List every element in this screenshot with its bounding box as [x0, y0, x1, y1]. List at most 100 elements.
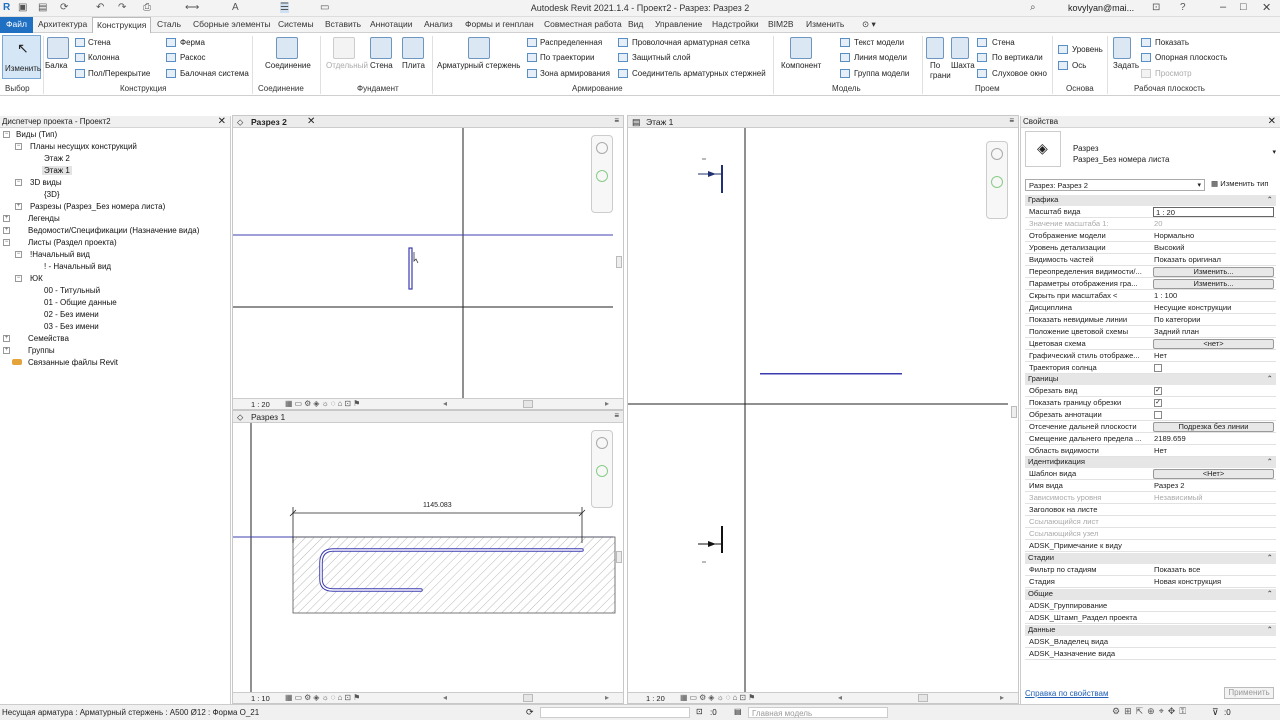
- sun-path-checkbox[interactable]: [1154, 364, 1162, 372]
- crop-region-visible-checkbox[interactable]: ✓: [1154, 399, 1162, 407]
- design-option-dropdown[interactable]: Главная модель: [748, 707, 888, 718]
- level-button[interactable]: Уровень: [1072, 45, 1103, 54]
- dormer-button[interactable]: Слуховое окно: [992, 69, 1047, 78]
- tab-view[interactable]: Вид: [628, 19, 643, 29]
- path-button[interactable]: По траектории: [540, 53, 594, 62]
- tab-modify[interactable]: Изменить: [806, 19, 844, 29]
- component-button[interactable]: Компонент: [781, 61, 821, 70]
- graphic-display-button[interactable]: Изменить...: [1153, 279, 1274, 289]
- editable-only-icon[interactable]: ⊡: [696, 707, 703, 716]
- expand-icon[interactable]: +: [15, 203, 22, 210]
- close-icon[interactable]: ✕: [1268, 116, 1276, 127]
- worksharing-icon[interactable]: ⟳: [526, 707, 534, 718]
- scroll-right-icon[interactable]: ▸: [1000, 693, 1004, 702]
- tab-precast[interactable]: Сборные элементы: [193, 19, 270, 29]
- scrollbar-vertical[interactable]: [1011, 406, 1017, 418]
- view-control-icons[interactable]: ▦▭⚙◈☼◌⌂⊡⚑: [285, 693, 362, 702]
- distributed-button[interactable]: Распределенная: [540, 38, 602, 47]
- cover-button[interactable]: Защитный слой: [632, 53, 691, 62]
- steering-wheel-icon[interactable]: [596, 437, 608, 449]
- view-control-icons[interactable]: ▦▭⚙◈☼◌⌂⊡⚑: [285, 399, 362, 408]
- color-scheme-location-value[interactable]: Задний план: [1154, 327, 1199, 336]
- tree-item[interactable]: 01 - Общие данные: [44, 298, 117, 307]
- wall-button[interactable]: Стена: [88, 38, 111, 47]
- steering-wheel-icon[interactable]: [991, 148, 1003, 160]
- tree-item[interactable]: Листы (Раздел проекта): [28, 238, 117, 247]
- zoom-icon[interactable]: [596, 465, 608, 477]
- wall-foundation-button[interactable]: Стена: [370, 61, 393, 70]
- navigation-bar[interactable]: [591, 135, 613, 213]
- graphic-style-value[interactable]: Нет: [1154, 351, 1167, 360]
- instance-selector[interactable]: Разрез: Разрез 2 ▾: [1025, 179, 1205, 191]
- dimension-value[interactable]: 1145.083: [423, 502, 452, 509]
- area-button[interactable]: Зона армирования: [540, 69, 610, 78]
- column-button[interactable]: Колонна: [88, 53, 119, 62]
- scroll-left-icon[interactable]: ◂: [443, 399, 447, 408]
- collapse-icon[interactable]: −: [15, 251, 22, 258]
- collapse-icon[interactable]: −: [15, 143, 22, 150]
- beam-icon[interactable]: [47, 37, 69, 59]
- view-scale[interactable]: 1 : 20: [646, 694, 665, 703]
- collapse-icon[interactable]: −: [3, 239, 10, 246]
- close-icon[interactable]: ✕: [218, 116, 226, 127]
- far-clip-offset-value[interactable]: 2189.659: [1154, 434, 1186, 443]
- collapse-icon[interactable]: −: [15, 179, 22, 186]
- view-tab-title[interactable]: Этаж 1: [646, 117, 673, 127]
- tree-item[interactable]: Этаж 2: [44, 154, 70, 163]
- zoom-icon[interactable]: [991, 176, 1003, 188]
- model-line-button[interactable]: Линия модели: [854, 53, 907, 62]
- tree-item[interactable]: Планы несущих конструкций: [30, 142, 137, 151]
- far-clipping-button[interactable]: Подрезка без линии: [1153, 422, 1274, 432]
- scroll-right-icon[interactable]: ▸: [605, 693, 609, 702]
- section-graphics[interactable]: Графика ⌃: [1025, 195, 1276, 206]
- close-icon[interactable]: ✕: [1262, 1, 1271, 14]
- connection-icon[interactable]: [276, 37, 298, 59]
- tab-structure[interactable]: Конструкция: [92, 17, 152, 33]
- group-workplane[interactable]: Рабочая плоскость: [1134, 84, 1205, 93]
- view-template-button[interactable]: <Нет>: [1153, 469, 1274, 479]
- section-1-canvas[interactable]: [233, 423, 623, 693]
- annotation-crop-checkbox[interactable]: [1154, 411, 1162, 419]
- tree-item[interactable]: ! - Начальный вид: [44, 262, 111, 271]
- parts-visibility-value[interactable]: Показать оригинал: [1154, 255, 1221, 264]
- set-workplane-icon[interactable]: [1113, 37, 1131, 59]
- shaft-button[interactable]: Шахта: [951, 61, 975, 70]
- section-general[interactable]: Общие ⌃: [1025, 589, 1276, 600]
- color-scheme-button[interactable]: <нет>: [1153, 339, 1274, 349]
- view-control-icons[interactable]: ▦▭⚙◈☼◌⌂⊡⚑: [680, 693, 757, 702]
- tab-file[interactable]: Файл: [0, 17, 33, 33]
- wall-foundation-icon[interactable]: [370, 37, 392, 59]
- tab-insert[interactable]: Вставить: [325, 19, 361, 29]
- tree-item[interactable]: 02 - Без имени: [44, 310, 99, 319]
- view-tab-title[interactable]: Разрез 1: [251, 412, 285, 422]
- expand-icon[interactable]: +: [3, 215, 10, 222]
- detail-level-value[interactable]: Высокий: [1154, 243, 1184, 252]
- tree-item-selected[interactable]: Этаж 1: [42, 166, 72, 175]
- navigation-bar[interactable]: [986, 141, 1008, 219]
- properties-help-link[interactable]: Справка по свойствам: [1025, 689, 1108, 698]
- beam-button[interactable]: Балка: [45, 61, 68, 70]
- tree-item[interactable]: 3D виды: [30, 178, 62, 187]
- group-opening[interactable]: Проем: [975, 84, 1000, 93]
- display-model-value[interactable]: Нормально: [1154, 231, 1194, 240]
- by-face-button[interactable]: По грани: [930, 61, 951, 81]
- design-options-icon[interactable]: ▤: [734, 707, 742, 716]
- hidden-lines-value[interactable]: По категории: [1154, 315, 1201, 324]
- close-icon[interactable]: ✕: [307, 116, 315, 127]
- show-button[interactable]: Показать: [1155, 38, 1189, 47]
- tree-item[interactable]: Легенды: [28, 214, 60, 223]
- view-scale[interactable]: 1 : 20: [251, 400, 270, 409]
- phase-value[interactable]: Новая конструкция: [1154, 577, 1221, 586]
- tab-systems[interactable]: Системы: [278, 19, 314, 29]
- group-select[interactable]: Выбор: [5, 84, 30, 93]
- scope-box-value[interactable]: Нет: [1154, 446, 1167, 455]
- by-face-icon[interactable]: [926, 37, 944, 59]
- group-connection[interactable]: Соединение: [258, 84, 304, 93]
- tab-manage[interactable]: Управление: [655, 19, 702, 29]
- view-name-value[interactable]: Разрез 2: [1154, 481, 1185, 490]
- tree-item[interactable]: Группы: [28, 346, 55, 355]
- scrollbar-horizontal[interactable]: [918, 694, 928, 702]
- tab-bim2b[interactable]: BIM2B: [768, 19, 794, 29]
- vertical-button[interactable]: По вертикали: [992, 53, 1043, 62]
- minimize-icon[interactable]: –: [1220, 1, 1226, 13]
